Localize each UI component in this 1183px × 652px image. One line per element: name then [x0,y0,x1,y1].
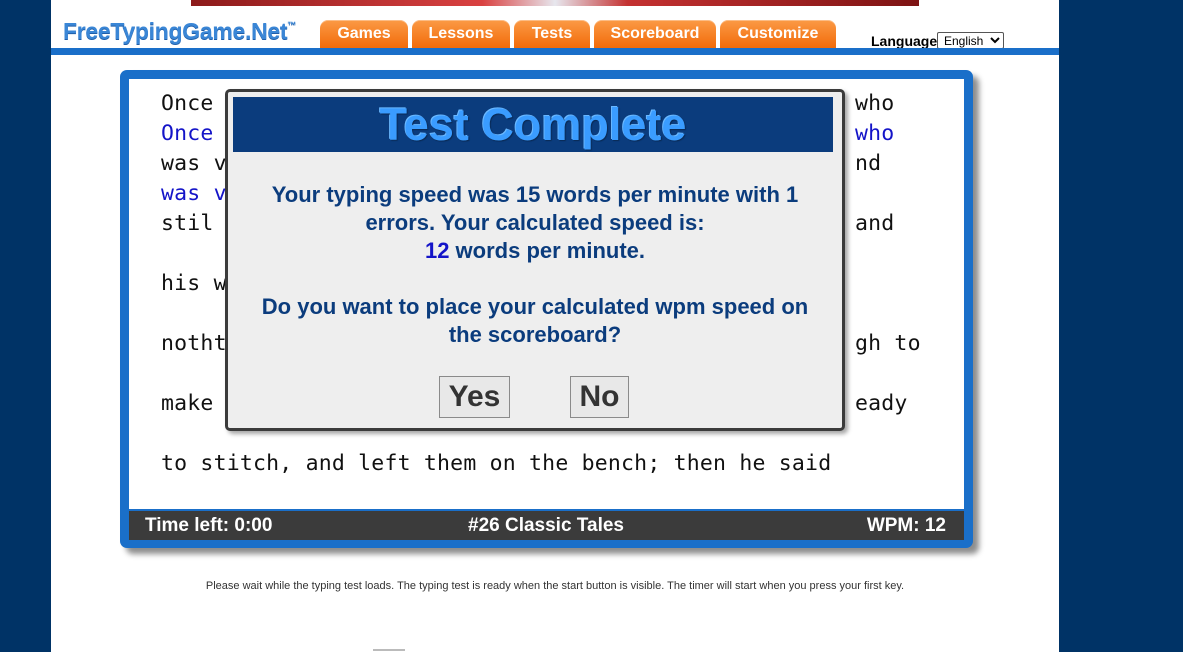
text-line-left: Once [161,91,214,116]
calculated-speed-line: 12 words per minute. [228,237,842,265]
test-complete-dialog: Test Complete Your typing speed was 15 w… [225,89,845,431]
calculated-wpm: 12 [424,238,450,263]
text-line-left: Once [161,121,214,146]
question-line-2: the scoreboard? [448,322,622,347]
logo-text: FreeTypingGame.Net [63,18,288,44]
calculated-suffix: words per minute. [449,238,646,263]
text-line-left: his w [161,271,227,296]
nav-tab-tests[interactable]: Tests [514,20,590,48]
text-line-left: stil [161,211,214,236]
text-line-left: notht [161,331,227,356]
text-line-left: was v [161,151,227,176]
wpm-readout: WPM: 12 [866,515,946,536]
text-line-right: who [855,91,895,116]
loading-note: Please wait while the typing test loads.… [205,580,905,592]
ad-banner[interactable] [191,0,919,6]
speed-line-2: errors. Your calculated speed is: [365,210,705,235]
text-line-right: who [855,121,895,146]
language-select[interactable]: English [937,32,1004,49]
nav-tab-customize[interactable]: Customize [720,20,836,48]
site-logo[interactable]: FreeTypingGame.Net™ [63,18,296,45]
no-button[interactable]: No [570,376,629,418]
logo-trademark: ™ [287,20,296,30]
text-line-right: gh to [855,331,921,356]
footer-mark [373,649,405,651]
text-line-left: to stitch, and left them on the bench; t… [161,451,832,476]
page: FreeTypingGame.Net™ Games Lessons Tests … [51,0,1059,652]
nav-tab-games[interactable]: Games [320,20,408,48]
speed-line-1: Your typing speed was 15 words per minut… [271,182,799,207]
time-left: Time left: 0:00 [145,515,273,536]
question-line-1: Do you want to place your calculated wpm… [261,294,809,319]
text-line-left: make [161,391,214,416]
yes-button[interactable]: Yes [439,376,510,418]
test-name: #26 Classic Tales [468,515,624,536]
nav-tab-scoreboard[interactable]: Scoreboard [594,20,716,48]
language-label: Language [871,33,938,49]
nav-tab-lessons[interactable]: Lessons [412,20,510,48]
status-bar: Time left: 0:00 #26 Classic Tales WPM: 1… [129,511,964,540]
dialog-title: Test Complete [379,99,687,150]
header-divider [51,48,1059,55]
text-line-right: eady [855,391,908,416]
text-line-right: and [855,211,895,236]
text-line-right: nd [855,151,882,176]
text-line-left: was v [161,181,227,206]
dialog-header: Test Complete [233,97,833,152]
